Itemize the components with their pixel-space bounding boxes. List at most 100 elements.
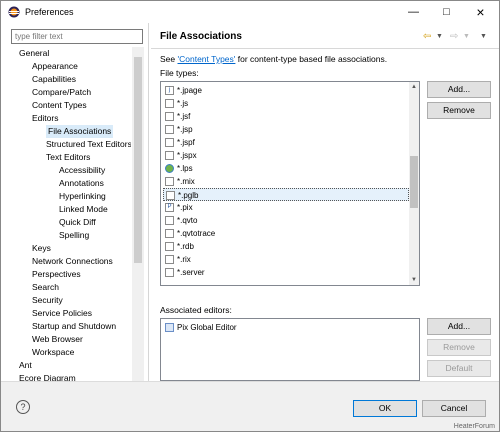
- tree-scrollbar-thumb[interactable]: [134, 57, 142, 263]
- filter-input[interactable]: [11, 29, 143, 44]
- default-editor-button[interactable]: Default: [427, 360, 491, 377]
- scroll-up-icon[interactable]: ▲: [409, 82, 419, 92]
- file-type-name: *.qvto: [177, 216, 198, 225]
- file-type-row[interactable]: P *.pix: [163, 201, 409, 214]
- file-type-row[interactable]: *.qvto: [163, 214, 409, 227]
- title-bar: Preferences — □ ×: [1, 1, 499, 23]
- file-type-row[interactable]: *.lps: [163, 162, 409, 175]
- tree-item[interactable]: Quick Diff: [59, 216, 96, 229]
- tree-item[interactable]: Linked Mode: [59, 203, 108, 216]
- preferences-tree[interactable]: General Appearance Capabilities Compare/Pat…: [11, 47, 131, 381]
- editor-icon: [165, 323, 174, 332]
- add-file-type-button[interactable]: Add...: [427, 81, 491, 98]
- minimize-button[interactable]: —: [397, 1, 430, 23]
- tree-item[interactable]: Editors: [32, 112, 58, 125]
- forward-menu-icon[interactable]: ▼: [463, 33, 470, 40]
- file-type-icon: j: [165, 86, 174, 95]
- file-type-name: *.pix: [177, 203, 193, 212]
- navigation-pane: GeneralAppearanceCapabilitiesCompare/Pat…: [1, 23, 149, 381]
- page-description: See 'Content Types' for content-type bas…: [160, 54, 387, 64]
- file-type-row[interactable]: *.qvtotrace: [163, 227, 409, 240]
- file-type-row[interactable]: *.jspf: [163, 136, 409, 149]
- eclipse-icon: [8, 6, 20, 18]
- file-type-name: *.jspx: [177, 151, 197, 160]
- dialog-footer: ? OK Cancel HeaterForum: [1, 381, 499, 431]
- file-type-row[interactable]: *.server: [163, 266, 409, 279]
- file-type-icon: P: [165, 203, 174, 212]
- editor-name: Pix Global Editor: [177, 323, 237, 332]
- content-types-link[interactable]: 'Content Types': [178, 54, 236, 64]
- file-type-icon: [165, 151, 174, 160]
- help-icon[interactable]: ?: [16, 400, 30, 414]
- tree-item[interactable]: Network Connections: [32, 255, 113, 268]
- cancel-button[interactable]: Cancel: [422, 400, 486, 417]
- tree-item[interactable]: Annotations: [59, 177, 104, 190]
- tree-item[interactable]: Workspace: [32, 346, 74, 359]
- file-type-row[interactable]: *.jspx: [163, 149, 409, 162]
- tree-item[interactable]: Ant: [19, 359, 32, 372]
- tree-item[interactable]: Search: [32, 281, 59, 294]
- file-type-row[interactable]: *.rix: [163, 253, 409, 266]
- file-type-icon: [165, 177, 174, 186]
- file-type-row[interactable]: *.jsf: [163, 110, 409, 123]
- tree-item[interactable]: Compare/Patch: [32, 86, 91, 99]
- tree-item[interactable]: Appearance: [32, 60, 78, 73]
- remove-editor-button[interactable]: Remove: [427, 339, 491, 356]
- tree-item[interactable]: Capabilities: [32, 73, 76, 86]
- file-type-name: *.rix: [177, 255, 191, 264]
- close-button[interactable]: ×: [464, 1, 497, 23]
- file-type-icon: [165, 268, 174, 277]
- associated-editors-list[interactable]: Pix Global Editor: [160, 318, 420, 381]
- tree-item[interactable]: Keys: [32, 242, 51, 255]
- file-type-row[interactable]: *.mix: [163, 175, 409, 188]
- file-type-name: *.jpage: [177, 86, 202, 95]
- tree-item[interactable]: Text Editors: [46, 151, 90, 164]
- file-types-label: File types:: [160, 68, 199, 78]
- file-type-row[interactable]: *.js: [163, 97, 409, 110]
- file-type-row[interactable]: *.pglb: [163, 188, 409, 201]
- tree-item[interactable]: Perspectives: [32, 268, 81, 281]
- tree-item[interactable]: Startup and Shutdown: [32, 320, 116, 333]
- file-type-name: *.rdb: [177, 242, 194, 251]
- file-type-row[interactable]: *.jsp: [163, 123, 409, 136]
- file-type-icon: [166, 191, 175, 200]
- tree-item[interactable]: Web Browser: [32, 333, 83, 346]
- back-arrow-icon[interactable]: ⇦: [423, 31, 431, 42]
- file-types-scrollbar[interactable]: ▲ ▼: [409, 82, 419, 285]
- file-types-scrollbar-thumb[interactable]: [410, 156, 418, 208]
- tree-item[interactable]: File Associations: [46, 125, 114, 138]
- ok-button[interactable]: OK: [353, 400, 417, 417]
- tree-scrollbar[interactable]: [132, 47, 144, 381]
- tree-item[interactable]: Ecore Diagram: [19, 372, 76, 381]
- tree-item[interactable]: General: [19, 47, 49, 60]
- view-menu-icon[interactable]: ▼: [480, 33, 487, 40]
- file-types-list[interactable]: j *.jpage *.js *.jsf *.jsp *.jspf *.jspx *.lps *…: [160, 81, 420, 286]
- maximize-button[interactable]: □: [430, 1, 463, 23]
- forward-arrow-icon[interactable]: ⇨: [450, 31, 458, 42]
- tree-item[interactable]: Hyperlinking: [59, 190, 106, 203]
- tree-item[interactable]: Content Types: [32, 99, 87, 112]
- tree-item[interactable]: Structured Text Editors: [46, 138, 131, 151]
- scroll-down-icon[interactable]: ▼: [409, 275, 419, 285]
- file-type-icon: [165, 125, 174, 134]
- file-type-name: *.jsf: [177, 112, 191, 121]
- file-type-name: *.mix: [177, 177, 195, 186]
- tree-item[interactable]: Service Policies: [32, 307, 92, 320]
- file-type-row[interactable]: j *.jpage: [163, 84, 409, 97]
- file-type-row[interactable]: *.rdb: [163, 240, 409, 253]
- file-type-icon: [165, 112, 174, 121]
- back-menu-icon[interactable]: ▼: [436, 33, 443, 40]
- tree-item[interactable]: Spelling: [59, 229, 89, 242]
- file-type-icon: [165, 164, 174, 173]
- watermark: HeaterForum: [453, 423, 495, 430]
- remove-file-type-button[interactable]: Remove: [427, 102, 491, 119]
- description-suffix: for content-type based file associations…: [235, 54, 388, 64]
- tree-item[interactable]: Accessibility: [59, 164, 105, 177]
- file-type-icon: [165, 255, 174, 264]
- tree-item[interactable]: Security: [32, 294, 63, 307]
- window-title: Preferences: [25, 7, 74, 17]
- editor-row[interactable]: Pix Global Editor: [163, 321, 409, 334]
- add-editor-button[interactable]: Add...: [427, 318, 491, 335]
- description-prefix: See: [160, 54, 178, 64]
- associated-editors-label: Associated editors:: [160, 305, 232, 315]
